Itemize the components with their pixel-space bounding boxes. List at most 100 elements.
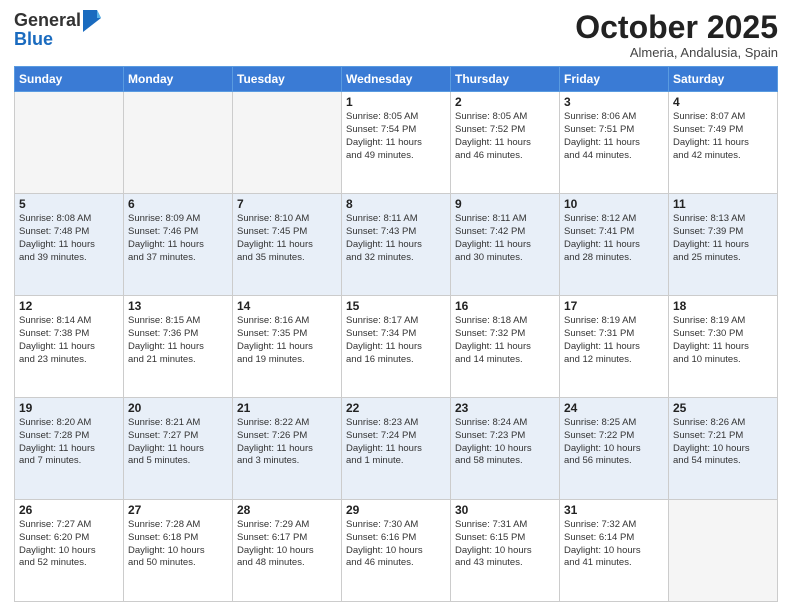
- day-number: 13: [128, 299, 228, 313]
- header-sunday: Sunday: [15, 67, 124, 92]
- table-row: 31 Sunrise: 7:32 AM Sunset: 6:14 PM Dayli…: [560, 500, 669, 602]
- day-info: Sunrise: 7:30 AM Sunset: 6:16 PM Dayligh…: [346, 519, 446, 570]
- calendar-week-row: 5 Sunrise: 8:08 AM Sunset: 7:48 PM Daylig…: [15, 194, 778, 296]
- table-row: 23 Sunrise: 8:24 AM Sunset: 7:23 PM Dayli…: [451, 398, 560, 500]
- day-info: Sunrise: 8:22 AM Sunset: 7:26 PM Dayligh…: [237, 417, 337, 468]
- table-row: 21 Sunrise: 8:22 AM Sunset: 7:26 PM Dayli…: [233, 398, 342, 500]
- table-row: 20Sunrise: 8:21 AM Sunset: 7:27 PM Dayli…: [124, 398, 233, 500]
- table-row: 2 Sunrise: 8:05 AM Sunset: 7:52 PM Daylig…: [451, 92, 560, 194]
- header-monday: Monday: [124, 67, 233, 92]
- day-number: 8: [346, 197, 446, 211]
- day-number: 10: [564, 197, 664, 211]
- table-row: 8 Sunrise: 8:11 AM Sunset: 7:43 PM Daylig…: [342, 194, 451, 296]
- day-number: 21: [237, 401, 337, 415]
- logo-text: General Blue: [14, 10, 101, 48]
- day-number: 2: [455, 95, 555, 109]
- table-row: 29 Sunrise: 7:30 AM Sunset: 6:16 PM Dayli…: [342, 500, 451, 602]
- table-row: 3 Sunrise: 8:06 AM Sunset: 7:51 PM Daylig…: [560, 92, 669, 194]
- day-number: 9: [455, 197, 555, 211]
- day-number: 30: [455, 503, 555, 517]
- day-number: 18: [673, 299, 773, 313]
- day-number: 16: [455, 299, 555, 313]
- table-row: 4 Sunrise: 8:07 AM Sunset: 7:49 PM Daylig…: [669, 92, 778, 194]
- table-row: 5 Sunrise: 8:08 AM Sunset: 7:48 PM Daylig…: [15, 194, 124, 296]
- day-number: 22: [346, 401, 446, 415]
- day-info: Sunrise: 8:17 AM Sunset: 7:34 PM Dayligh…: [346, 315, 446, 366]
- table-row: 7Sunrise: 8:10 AM Sunset: 7:45 PM Daylig…: [233, 194, 342, 296]
- day-info: Sunrise: 7:29 AM Sunset: 6:17 PM Dayligh…: [237, 519, 337, 570]
- table-row: [669, 500, 778, 602]
- table-row: 14Sunrise: 8:16 AM Sunset: 7:35 PM Dayli…: [233, 296, 342, 398]
- day-number: 11: [673, 197, 773, 211]
- calendar-week-row: 26Sunrise: 7:27 AM Sunset: 6:20 PM Dayli…: [15, 500, 778, 602]
- day-info: Sunrise: 8:25 AM Sunset: 7:22 PM Dayligh…: [564, 417, 664, 468]
- day-info: Sunrise: 8:26 AM Sunset: 7:21 PM Dayligh…: [673, 417, 773, 468]
- table-row: [233, 92, 342, 194]
- table-row: 11Sunrise: 8:13 AM Sunset: 7:39 PM Dayli…: [669, 194, 778, 296]
- day-info: Sunrise: 8:11 AM Sunset: 7:43 PM Dayligh…: [346, 213, 446, 264]
- day-number: 29: [346, 503, 446, 517]
- title-area: October 2025 Almeria, Andalusia, Spain: [575, 10, 778, 60]
- day-info: Sunrise: 8:19 AM Sunset: 7:31 PM Dayligh…: [564, 315, 664, 366]
- day-number: 6: [128, 197, 228, 211]
- day-info: Sunrise: 8:05 AM Sunset: 7:52 PM Dayligh…: [455, 111, 555, 162]
- day-number: 26: [19, 503, 119, 517]
- day-number: 4: [673, 95, 773, 109]
- day-number: 25: [673, 401, 773, 415]
- table-row: 16Sunrise: 8:18 AM Sunset: 7:32 PM Dayli…: [451, 296, 560, 398]
- table-row: 19Sunrise: 8:20 AM Sunset: 7:28 PM Dayli…: [15, 398, 124, 500]
- table-row: 10 Sunrise: 8:12 AM Sunset: 7:41 PM Dayli…: [560, 194, 669, 296]
- day-number: 1: [346, 95, 446, 109]
- day-number: 5: [19, 197, 119, 211]
- logo-general: General: [14, 10, 81, 30]
- day-info: Sunrise: 8:23 AM Sunset: 7:24 PM Dayligh…: [346, 417, 446, 468]
- table-row: 12Sunrise: 8:14 AM Sunset: 7:38 PM Dayli…: [15, 296, 124, 398]
- calendar-week-row: 1 Sunrise: 8:05 AM Sunset: 7:54 PM Daylig…: [15, 92, 778, 194]
- day-number: 31: [564, 503, 664, 517]
- day-number: 23: [455, 401, 555, 415]
- day-number: 17: [564, 299, 664, 313]
- day-number: 20: [128, 401, 228, 415]
- table-row: 6 Sunrise: 8:09 AM Sunset: 7:46 PM Daylig…: [124, 194, 233, 296]
- day-number: 3: [564, 95, 664, 109]
- day-info: Sunrise: 8:05 AM Sunset: 7:54 PM Dayligh…: [346, 111, 446, 162]
- calendar-week-row: 19Sunrise: 8:20 AM Sunset: 7:28 PM Dayli…: [15, 398, 778, 500]
- table-row: 22 Sunrise: 8:23 AM Sunset: 7:24 PM Dayli…: [342, 398, 451, 500]
- table-row: [15, 92, 124, 194]
- header-thursday: Thursday: [451, 67, 560, 92]
- day-number: 24: [564, 401, 664, 415]
- header: General Blue October 2025 Almeria, Andal…: [14, 10, 778, 60]
- day-info: Sunrise: 8:20 AM Sunset: 7:28 PM Dayligh…: [19, 417, 119, 468]
- day-info: Sunrise: 7:28 AM Sunset: 6:18 PM Dayligh…: [128, 519, 228, 570]
- day-info: Sunrise: 7:32 AM Sunset: 6:14 PM Dayligh…: [564, 519, 664, 570]
- table-row: 30Sunrise: 7:31 AM Sunset: 6:15 PM Dayli…: [451, 500, 560, 602]
- day-info: Sunrise: 8:12 AM Sunset: 7:41 PM Dayligh…: [564, 213, 664, 264]
- table-row: 1 Sunrise: 8:05 AM Sunset: 7:54 PM Daylig…: [342, 92, 451, 194]
- logo: General Blue: [14, 10, 101, 48]
- calendar-week-row: 12Sunrise: 8:14 AM Sunset: 7:38 PM Dayli…: [15, 296, 778, 398]
- table-row: 15 Sunrise: 8:17 AM Sunset: 7:34 PM Dayli…: [342, 296, 451, 398]
- day-number: 27: [128, 503, 228, 517]
- weekday-header-row: Sunday Monday Tuesday Wednesday Thursday…: [15, 67, 778, 92]
- day-number: 15: [346, 299, 446, 313]
- day-info: Sunrise: 8:09 AM Sunset: 7:46 PM Dayligh…: [128, 213, 228, 264]
- table-row: 18 Sunrise: 8:19 AM Sunset: 7:30 PM Dayli…: [669, 296, 778, 398]
- location: Almeria, Andalusia, Spain: [575, 45, 778, 60]
- calendar-page: General Blue October 2025 Almeria, Andal…: [0, 0, 792, 612]
- day-info: Sunrise: 8:06 AM Sunset: 7:51 PM Dayligh…: [564, 111, 664, 162]
- header-tuesday: Tuesday: [233, 67, 342, 92]
- month-title: October 2025: [575, 10, 778, 45]
- day-info: Sunrise: 8:24 AM Sunset: 7:23 PM Dayligh…: [455, 417, 555, 468]
- day-info: Sunrise: 8:19 AM Sunset: 7:30 PM Dayligh…: [673, 315, 773, 366]
- calendar-table: Sunday Monday Tuesday Wednesday Thursday…: [14, 66, 778, 602]
- day-info: Sunrise: 8:08 AM Sunset: 7:48 PM Dayligh…: [19, 213, 119, 264]
- header-wednesday: Wednesday: [342, 67, 451, 92]
- table-row: 9Sunrise: 8:11 AM Sunset: 7:42 PM Daylig…: [451, 194, 560, 296]
- day-info: Sunrise: 8:15 AM Sunset: 7:36 PM Dayligh…: [128, 315, 228, 366]
- header-saturday: Saturday: [669, 67, 778, 92]
- day-info: Sunrise: 8:07 AM Sunset: 7:49 PM Dayligh…: [673, 111, 773, 162]
- table-row: 17 Sunrise: 8:19 AM Sunset: 7:31 PM Dayli…: [560, 296, 669, 398]
- day-number: 12: [19, 299, 119, 313]
- table-row: 27 Sunrise: 7:28 AM Sunset: 6:18 PM Dayli…: [124, 500, 233, 602]
- header-friday: Friday: [560, 67, 669, 92]
